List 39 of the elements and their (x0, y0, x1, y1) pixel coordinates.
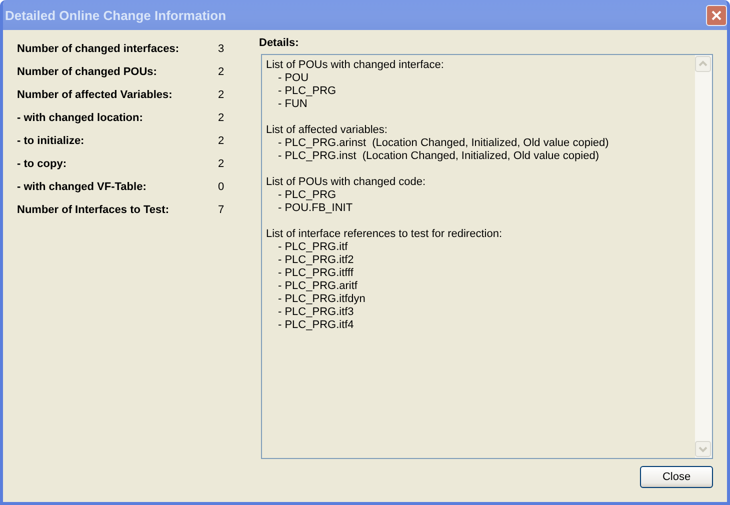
list-item: - POU.FB_INIT (277, 202, 354, 215)
list-item: - PLC_PRG.itfdyn (277, 293, 366, 306)
stat-label: Number of affected Variables: (17, 88, 174, 100)
stat-value: 0 (218, 180, 224, 192)
stat-label: - to initialize: (17, 134, 86, 146)
stat-label: Number of Interfaces to Test: (17, 204, 170, 216)
section-heading: List of POUs with changed code: (266, 176, 427, 189)
stat-label: - with changed VF-Table: (17, 180, 148, 192)
list-item: - PLC_PRG.itf3 (277, 306, 355, 319)
stat-value: 3 (218, 42, 224, 54)
stat-label: - to copy: (17, 158, 68, 170)
stat-value: 2 (218, 88, 224, 100)
stat-value: 2 (218, 158, 224, 170)
section-heading: List of POUs with changed interface: (266, 59, 445, 72)
section-heading: List of affected variables: (266, 124, 388, 137)
stat-label: - with changed location: (17, 112, 144, 124)
list-item: - PLC_PRG (277, 85, 338, 98)
close-icon (711, 10, 722, 20)
stat-label: Number of changed interfaces: (17, 42, 180, 54)
list-item: - PLC_PRG.itf2 (277, 254, 355, 267)
close-button[interactable] (706, 4, 727, 26)
stat-label: Number of changed POUs: (17, 66, 158, 78)
list-item: - PLC_PRG.itf4 (277, 319, 355, 332)
close-dialog-button[interactable]: Close (640, 466, 713, 488)
details-label: Details: (259, 37, 300, 51)
section-heading: List of interface references to test for redirection: (266, 228, 504, 241)
stat-value: 2 (218, 112, 224, 124)
list-item: - PLC_PRG.aritf (277, 280, 358, 293)
stat-value: 2 (218, 66, 224, 78)
list-item: - FUN (277, 98, 308, 111)
list-item: - PLC_PRG.itf (277, 241, 349, 254)
list-item: - PLC_PRG.inst (Location Changed, Initialized, Old value copied) (277, 150, 600, 163)
list-item: - POU (277, 72, 310, 85)
stat-value: 7 (218, 204, 224, 216)
list-item: - PLC_PRG (277, 189, 338, 202)
list-item: - PLC_PRG.itfff (277, 267, 354, 280)
stat-value: 2 (218, 134, 224, 146)
window-title: Detailed Online Change Information (5, 8, 226, 22)
list-item: - PLC_PRG.arinst (Location Changed, Initialized, Old value copied) (277, 137, 610, 150)
